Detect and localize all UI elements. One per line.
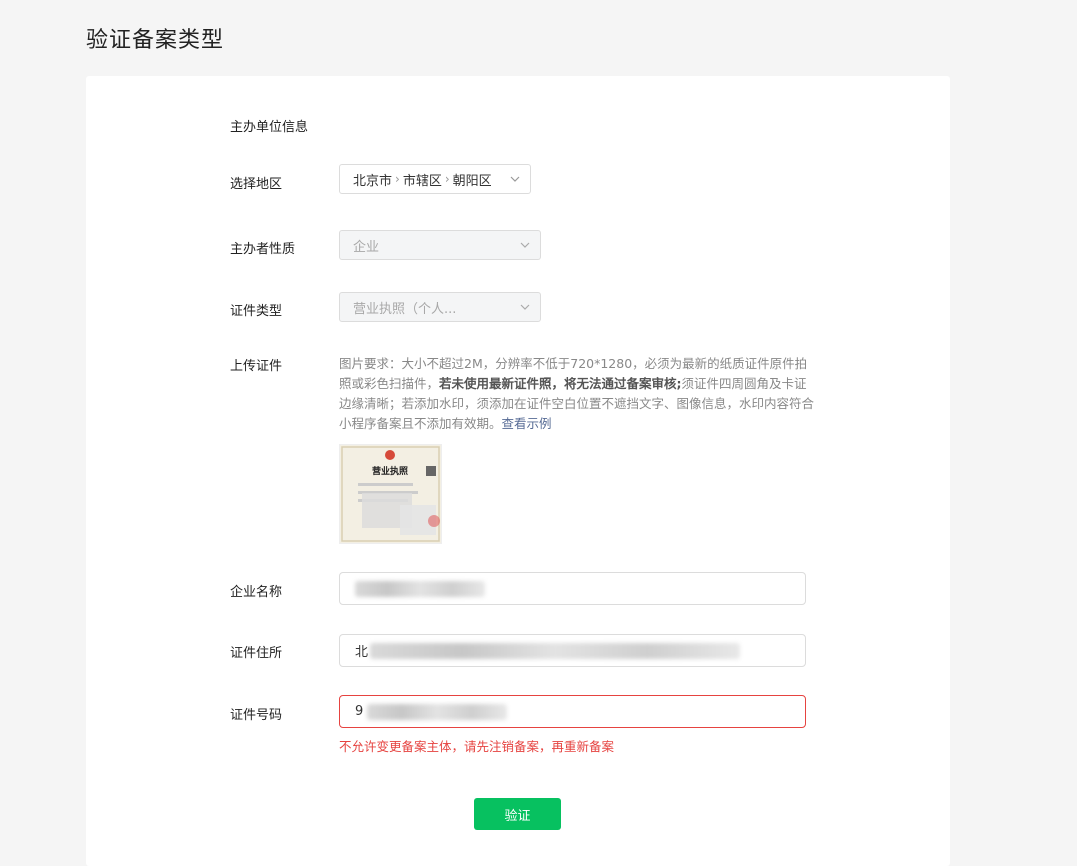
cert-number-label: 证件号码 [230, 708, 283, 723]
license-thumbnail[interactable]: 营业执照 [339, 444, 442, 544]
upload-hint: 图片要求：大小不超过2M，分辨率不低于720*1280，必须为最新的纸质证件原件… [339, 354, 814, 434]
organizer-type-value: 企业 [353, 239, 380, 255]
chevron-down-icon [510, 176, 520, 182]
organizer-type-select[interactable]: 企业 [339, 230, 541, 260]
cert-number-value: 9 [355, 704, 364, 719]
cert-type-label: 证件类型 [230, 304, 283, 319]
organizer-type-label: 主办者性质 [230, 242, 296, 257]
region-district: 朝阳区 [452, 173, 492, 189]
cert-address-label: 证件住所 [230, 646, 283, 661]
chevron-right-icon: › [395, 172, 400, 186]
section-title: 主办单位信息 [230, 120, 309, 135]
redacted-text [370, 642, 741, 659]
upload-hint-warning: 若未使用最新证件照，将无法通过备案审核; [439, 376, 682, 391]
license-title: 营业执照 [372, 465, 408, 477]
cert-type-value: 营业执照（个人... [353, 301, 457, 317]
upload-label: 上传证件 [230, 359, 283, 374]
chevron-right-icon: › [444, 172, 450, 186]
view-example-link[interactable]: 查看示例 [502, 416, 552, 431]
error-message: 不允许变更备案主体，请先注销备案，再重新备案 [339, 739, 615, 754]
redacted-text [367, 703, 508, 720]
region-label: 选择地区 [230, 177, 283, 192]
verify-button[interactable]: 验证 [474, 798, 561, 830]
company-name-input[interactable] [339, 572, 806, 605]
license-image: 营业执照 [340, 445, 441, 543]
company-name-label: 企业名称 [230, 585, 283, 600]
redacted-text [355, 580, 485, 597]
form-card: 主办单位信息 选择地区 北京市 › 市辖区 › 朝阳区 主办者性质 企业 证件类… [86, 76, 950, 866]
page-title: 验证备案类型 [86, 28, 225, 53]
chevron-down-icon [520, 304, 530, 310]
region-city: 市辖区 [402, 173, 442, 189]
cert-address-value: 北 [355, 645, 369, 660]
cert-type-select[interactable]: 营业执照（个人... [339, 292, 541, 322]
chevron-down-icon [520, 242, 530, 248]
cert-address-input[interactable]: 北 [339, 634, 806, 667]
region-select[interactable]: 北京市 › 市辖区 › 朝阳区 [339, 164, 531, 194]
region-province: 北京市 [353, 173, 393, 189]
cert-number-input[interactable]: 9 [339, 695, 806, 728]
